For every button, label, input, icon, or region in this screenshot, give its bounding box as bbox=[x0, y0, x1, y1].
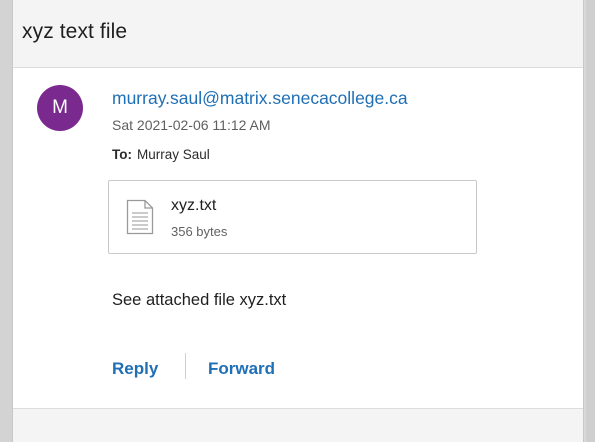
left-edge bbox=[0, 0, 12, 442]
sender-email[interactable]: murray.saul@matrix.senecacollege.ca bbox=[112, 88, 408, 109]
sent-date: Sat 2021-02-06 11:12 AM bbox=[112, 117, 271, 133]
avatar[interactable]: M bbox=[37, 85, 83, 131]
message-pane: xyz text file M murray.saul@matrix.senec… bbox=[12, 0, 584, 442]
message-body: See attached file xyz.txt bbox=[112, 291, 287, 309]
recipient-name[interactable]: Murray Saul bbox=[137, 147, 210, 162]
action-divider bbox=[185, 353, 186, 379]
attachment-card[interactable]: xyz.txt 356 bytes bbox=[108, 180, 477, 254]
to-label: To: bbox=[112, 147, 132, 162]
right-edge bbox=[586, 0, 595, 442]
footer-bar bbox=[13, 408, 583, 442]
attachment-name[interactable]: xyz.txt bbox=[171, 197, 216, 215]
email-subject: xyz text file bbox=[22, 20, 128, 43]
forward-button[interactable]: Forward bbox=[208, 359, 275, 379]
document-icon bbox=[126, 199, 154, 235]
subject-bar: xyz text file bbox=[13, 0, 583, 68]
reply-button[interactable]: Reply bbox=[112, 359, 158, 379]
recipient-line: To: Murray Saul bbox=[112, 147, 210, 162]
attachment-size: 356 bytes bbox=[171, 224, 228, 239]
